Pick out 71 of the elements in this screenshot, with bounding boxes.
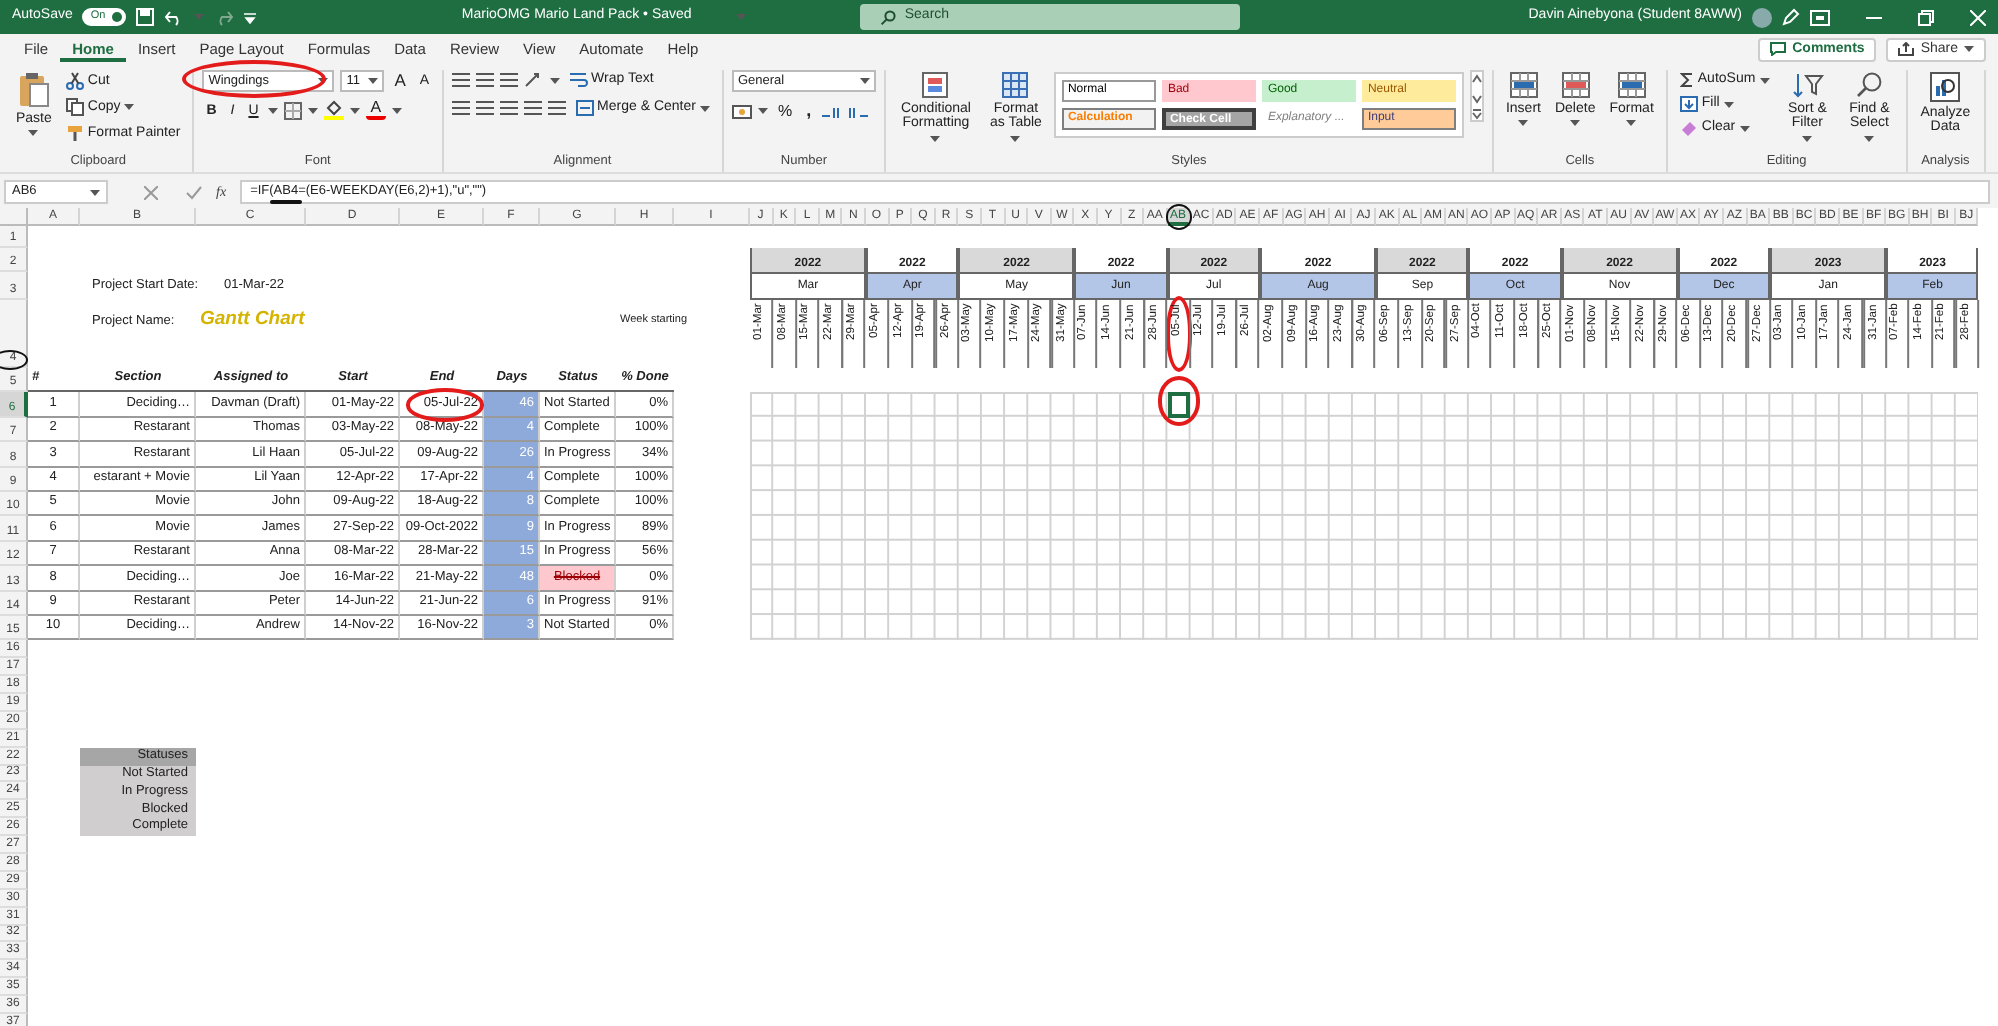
ribbon-display-icon (1810, 9, 1830, 25)
merge-icon (575, 100, 594, 116)
delete-cells-icon (1561, 72, 1590, 98)
caret-icon (1964, 46, 1974, 53)
pen-icon (1782, 8, 1800, 26)
caret-icon (1626, 120, 1637, 127)
caret-icon (549, 77, 560, 83)
analyze-data-icon (1930, 72, 1961, 102)
percent-button[interactable]: % (773, 101, 797, 122)
orientation-icon (523, 72, 544, 88)
caret-icon (930, 135, 941, 142)
selected-cell[interactable] (1167, 392, 1191, 418)
brush-icon (65, 124, 84, 142)
redo-icon (214, 9, 235, 25)
align-left-icon (451, 100, 470, 116)
caret-icon (859, 78, 870, 84)
caret-icon (268, 107, 279, 114)
caret-icon (757, 108, 768, 115)
copy-icon (65, 98, 84, 116)
caret-icon (391, 107, 402, 114)
eraser-icon (1679, 120, 1698, 136)
increase-decimal-icon (821, 103, 842, 120)
avatar[interactable] (1752, 7, 1772, 27)
restore-icon (1918, 9, 1934, 25)
caret-icon (1518, 120, 1529, 127)
caret-icon (194, 14, 205, 20)
share-icon (1898, 42, 1915, 57)
caret-icon (1570, 120, 1581, 127)
cancel-icon (144, 185, 158, 199)
customize-icon (244, 11, 257, 23)
save-icon (136, 8, 155, 26)
scissors-icon (65, 72, 84, 90)
caret-icon (318, 78, 329, 84)
enter-icon (186, 185, 202, 199)
caret-icon (350, 107, 361, 114)
comment-icon (1770, 42, 1787, 57)
comma-button[interactable]: , (802, 100, 816, 123)
magnifier-icon (1856, 72, 1883, 98)
search-icon (880, 9, 897, 25)
sigma-icon (1679, 72, 1694, 88)
clipboard-icon (17, 72, 50, 108)
caret-icon (124, 104, 135, 110)
caret-icon (308, 107, 319, 114)
caret-icon (1739, 125, 1750, 131)
sort-filter-icon (1791, 72, 1824, 98)
caret-icon (368, 78, 379, 84)
caret-icon (736, 14, 747, 20)
caret-icon (1010, 135, 1021, 142)
select-all-corner[interactable] (0, 208, 28, 226)
caret-icon (1723, 101, 1734, 107)
currency-icon (731, 103, 752, 120)
caret-icon (1802, 135, 1813, 142)
insert-cells-icon (1509, 72, 1538, 98)
table-rules-icon (922, 72, 949, 98)
caret-icon (90, 189, 100, 195)
caret-icon (28, 130, 39, 137)
align-center-icon (475, 100, 494, 116)
borders-icon (284, 101, 303, 120)
close-icon (1970, 9, 1986, 25)
fill-color-icon (324, 100, 345, 121)
wrap-icon (569, 72, 588, 88)
table-icon (1002, 72, 1029, 98)
caret-icon (1864, 135, 1875, 142)
caret-icon (699, 105, 710, 111)
format-cells-icon (1617, 72, 1646, 98)
grow-font-button[interactable]: A (390, 70, 410, 92)
caret-icon (1759, 77, 1770, 83)
fill-down-icon (1679, 96, 1698, 112)
decrease-decimal-icon (847, 103, 868, 120)
project-name: Gantt Chart (200, 310, 305, 329)
font-color-button[interactable]: A (366, 100, 386, 121)
